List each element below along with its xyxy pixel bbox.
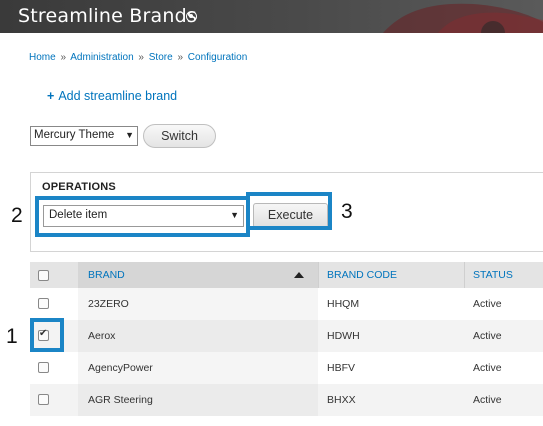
- select-all-checkbox[interactable]: [38, 270, 49, 281]
- status-cell: Active: [473, 298, 502, 310]
- breadcrumb-separator: »: [60, 52, 67, 63]
- add-shortcut-icon[interactable]: [186, 11, 197, 22]
- breadcrumb-separator: »: [177, 52, 183, 63]
- page-header: Streamline Brands: [0, 0, 543, 33]
- theme-select-value: Mercury Theme: [34, 129, 115, 141]
- callout-box-checkbox: [30, 318, 64, 352]
- callout-box-operations-select: [35, 196, 250, 237]
- switch-button[interactable]: Switch: [143, 124, 216, 148]
- breadcrumb-administration[interactable]: Administration: [70, 52, 133, 63]
- add-brand-label: Add streamline brand: [58, 89, 178, 103]
- sort-ascending-icon[interactable]: [294, 272, 304, 278]
- column-divider: [464, 262, 465, 288]
- status-cell: Active: [473, 330, 502, 342]
- callout-number: 2: [11, 204, 23, 227]
- table-row[interactable]: AGR Steering BHXX Active: [30, 384, 543, 416]
- table-row[interactable]: AgencyPower HBFV Active: [30, 352, 543, 384]
- page-title: Streamline Brands: [18, 5, 197, 27]
- row-checkbox[interactable]: [38, 362, 49, 373]
- column-header-brand-code[interactable]: BRAND CODE: [327, 262, 397, 288]
- brand-code-cell: BHXX: [327, 394, 356, 406]
- status-cell: Active: [473, 362, 502, 374]
- status-cell: Active: [473, 394, 502, 406]
- brand-code-cell: HHQM: [327, 298, 360, 310]
- breadcrumb-store[interactable]: Store: [149, 52, 173, 63]
- column-divider: [318, 262, 319, 288]
- brand-code-cell: HBFV: [327, 362, 356, 374]
- breadcrumb: Home » Administration » Store » Configur…: [29, 52, 247, 63]
- callout-box-execute: [246, 192, 332, 230]
- table-row[interactable]: 23ZERO HHQM Active: [30, 288, 543, 320]
- column-header-brand[interactable]: BRAND: [88, 262, 125, 288]
- brand-cell: AgencyPower: [88, 362, 153, 374]
- table-row[interactable]: Aerox HDWH Active: [30, 320, 543, 352]
- row-checkbox[interactable]: [38, 394, 49, 405]
- operations-title: OPERATIONS: [42, 181, 116, 193]
- brand-cell: Aerox: [88, 330, 116, 342]
- table-header: BRAND BRAND CODE STATUS: [30, 262, 543, 288]
- car-silhouette-icon: [383, 3, 543, 33]
- breadcrumb-configuration[interactable]: Configuration: [188, 52, 247, 63]
- dropdown-arrow-icon: ▼: [125, 130, 134, 140]
- breadcrumb-home[interactable]: Home: [29, 52, 56, 63]
- callout-number: 1: [6, 325, 18, 348]
- breadcrumb-separator: »: [138, 52, 144, 63]
- brand-cell: 23ZERO: [88, 298, 129, 310]
- theme-select[interactable]: Mercury Theme ▼: [30, 126, 138, 146]
- column-header-status[interactable]: STATUS: [473, 262, 513, 288]
- plus-icon: +: [47, 89, 55, 103]
- callout-number: 3: [341, 200, 353, 223]
- brand-cell: AGR Steering: [88, 394, 153, 406]
- add-brand-link[interactable]: + Add streamline brand: [47, 89, 177, 103]
- row-checkbox[interactable]: [38, 298, 49, 309]
- brand-code-cell: HDWH: [327, 330, 360, 342]
